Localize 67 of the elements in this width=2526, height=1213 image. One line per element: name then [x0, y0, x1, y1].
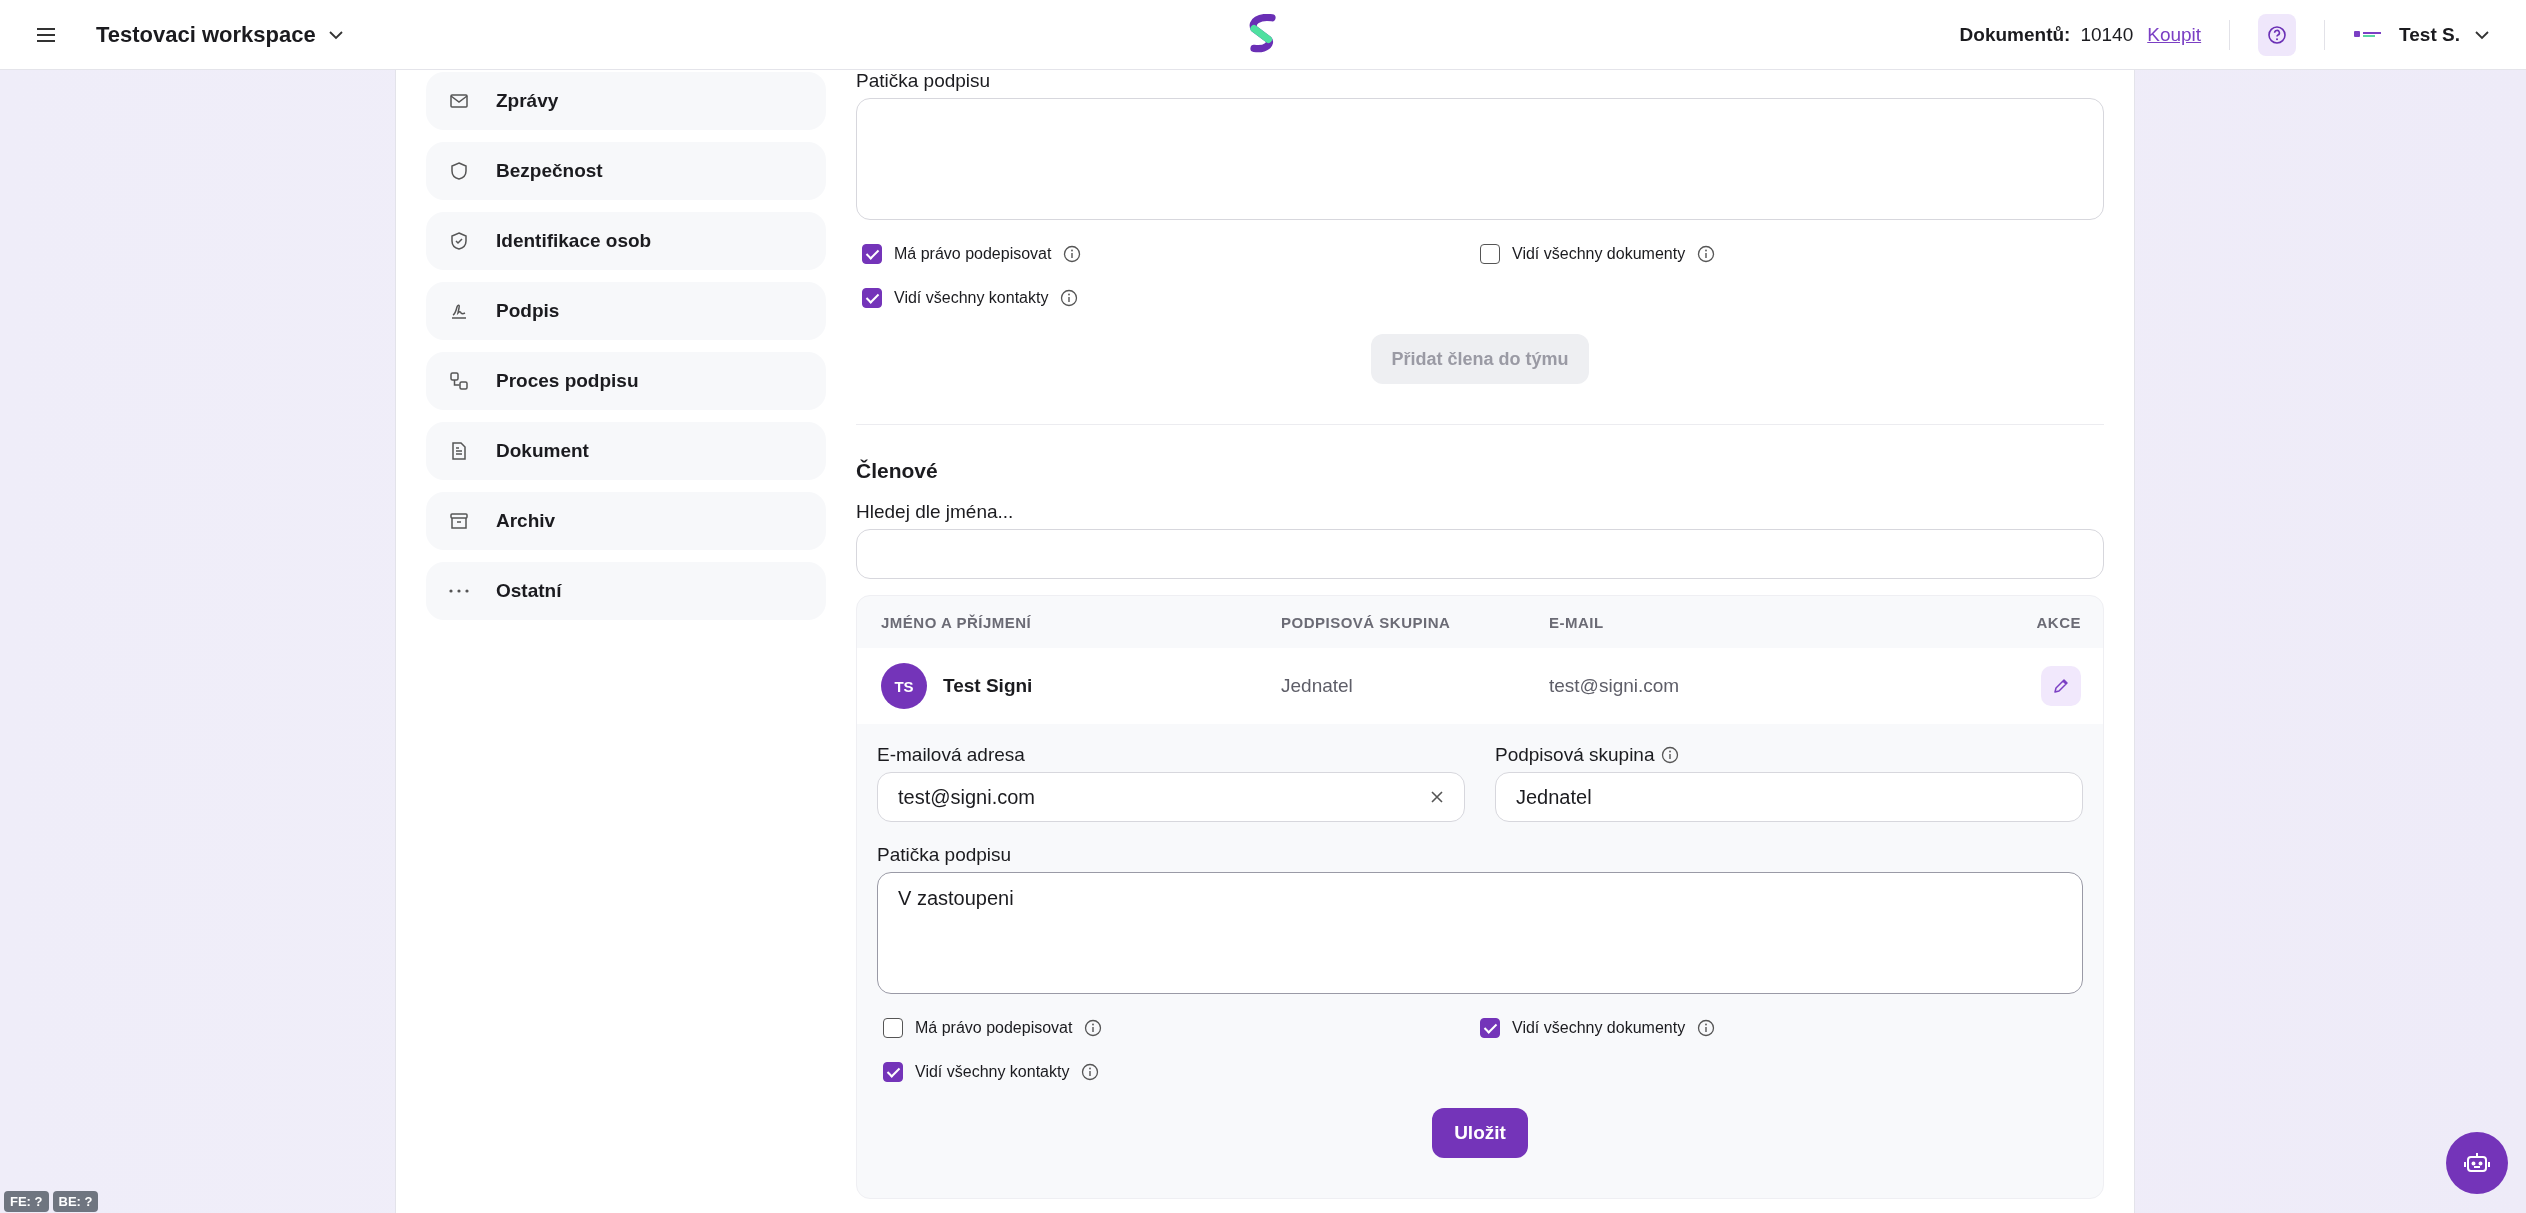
field-label: Patička podpisu [877, 844, 1013, 866]
avatar: TS [881, 663, 927, 709]
checkbox[interactable] [862, 244, 882, 264]
documents-count: 10140 [2080, 23, 2134, 46]
checkbox-label: Vidí všechny kontakty [915, 1063, 1070, 1081]
shield-check-icon [448, 230, 470, 252]
search-field[interactable] [856, 529, 2104, 579]
help-icon [2267, 24, 2288, 45]
buy-link[interactable]: Koupit [2147, 23, 2202, 46]
table-cell: Test Signi [943, 675, 1033, 697]
info-icon[interactable] [1660, 746, 1679, 764]
more-icon [448, 589, 470, 593]
field-label: Hledej dle jména... [856, 501, 1015, 523]
sidebar-item[interactable]: Ostatní [426, 562, 826, 620]
pencil-icon [2052, 677, 2070, 695]
sidebar-item[interactable]: Dokument [426, 422, 826, 480]
checkbox-label: Vidí všechny dokumenty [1512, 1019, 1686, 1037]
info-icon[interactable] [1060, 289, 1079, 307]
debug-badge: BE: ? [52, 1191, 99, 1212]
checkbox[interactable] [883, 1062, 903, 1082]
info-icon[interactable] [1697, 245, 1716, 263]
sidebar-item[interactable]: Bezpečnost [426, 142, 826, 200]
sidebar-item[interactable]: Zprávy [426, 72, 826, 130]
info-icon[interactable] [1084, 1019, 1103, 1037]
group-field[interactable]: Jednatel [1495, 772, 2083, 822]
sidebar-item[interactable]: Podpis [426, 282, 826, 340]
chevron-down-icon [327, 29, 344, 40]
column-header: E-MAIL [1549, 613, 1605, 631]
documents-label: Dokumentů: [1959, 23, 2071, 46]
field-label: Patička podpisu [856, 70, 992, 92]
checkbox[interactable] [1480, 1018, 1500, 1038]
column-header: PODPISOVÁ SKUPINA [1281, 613, 1452, 631]
checkbox-label: Má právo podepisovat [894, 245, 1052, 263]
column-header: AKCE [2036, 613, 2081, 631]
email-field[interactable]: test@signi.com [877, 772, 1465, 822]
info-icon[interactable] [1697, 1019, 1716, 1037]
signature-footer-field[interactable] [856, 98, 2104, 220]
workflow-icon [448, 370, 470, 392]
field-label: Podpisová skupina [1495, 744, 1655, 766]
checkbox[interactable] [862, 288, 882, 308]
checkbox-label: Vidí všechny dokumenty [1512, 245, 1686, 263]
sidebar-item[interactable]: Proces podpisu [426, 352, 826, 410]
info-icon[interactable] [1063, 245, 1082, 263]
info-icon[interactable] [1081, 1063, 1100, 1081]
sidebar-item[interactable]: Archiv [426, 492, 826, 550]
menu-icon[interactable] [36, 26, 56, 43]
chevron-down-icon [2474, 29, 2490, 40]
sidebar-item[interactable]: Identifikace osob [426, 212, 826, 270]
debug-badge: FE: ? [4, 1191, 49, 1212]
archive-icon [448, 510, 470, 532]
help-button[interactable] [2258, 13, 2297, 56]
table-cell-text: test@signi.com [1549, 675, 1681, 697]
shield-icon [448, 160, 470, 182]
checkbox[interactable] [883, 1018, 903, 1038]
checkbox[interactable] [1480, 244, 1500, 264]
user-menu[interactable]: Test S. [2399, 23, 2490, 46]
signature-footer-field[interactable]: V zastoupeni [877, 872, 2083, 994]
workspace-dropdown[interactable]: Testovaci workspace [96, 21, 344, 48]
clear-icon[interactable] [1430, 790, 1444, 804]
column-header: JMÉNO A PŘÍJMENÍ [881, 613, 1033, 631]
checkbox-label: Má právo podepisovat [915, 1019, 1073, 1037]
section-title: Členové [856, 459, 939, 483]
field-label: E-mailová adresa [877, 744, 1026, 766]
edit-button[interactable] [2041, 666, 2081, 706]
save-button[interactable]: Uložit [1432, 1108, 1528, 1158]
checkbox-label: Vidí všechny kontakty [894, 289, 1049, 307]
table-cell-text: Jednatel [1281, 675, 1354, 697]
